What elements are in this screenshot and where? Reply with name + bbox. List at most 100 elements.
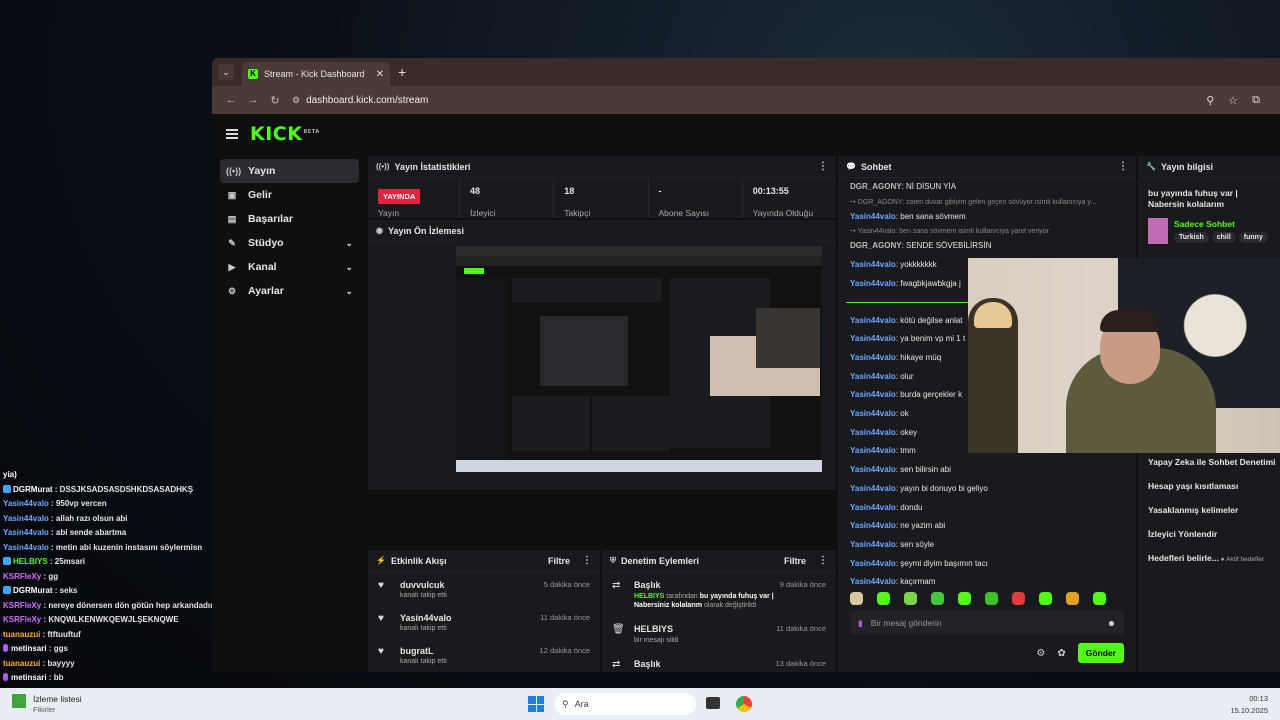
chat-username[interactable]: Yasin44valo (850, 260, 896, 269)
bookmark-star-icon[interactable]: ☆ (1228, 94, 1238, 107)
stream-title-text: bu yayında fuhuş var | Nabersin kolaları… (1148, 188, 1238, 209)
chat-username[interactable]: Yasin44valo (850, 465, 896, 474)
tab-search-button[interactable]: ⌄ (218, 64, 234, 80)
emote-icon[interactable] (1093, 592, 1106, 605)
close-tab-icon[interactable]: ✕ (376, 69, 384, 80)
chat-username[interactable]: Yasin44valo (850, 372, 896, 381)
sidebar-item-label: Kanal (248, 261, 277, 273)
chat-username[interactable]: Yasin44valo (850, 577, 896, 586)
settings-link[interactable]: Yapay Zeka ile Sohbet Denetimi (1148, 450, 1280, 474)
chat-username: KSRFleXy (3, 615, 42, 624)
clock-time[interactable]: 00:13 (1230, 694, 1268, 703)
task-view-icon[interactable] (706, 697, 720, 709)
chat-username[interactable]: Yasin44valo (850, 540, 896, 549)
sidebar-item-gelir[interactable]: ▣ Gelir (220, 183, 359, 207)
extensions-icon[interactable]: ⧉ (1252, 94, 1260, 107)
chat-text: : fwagbkjawbkgja j (895, 278, 961, 288)
zoom-icon[interactable]: ⚲ (1206, 94, 1214, 107)
settings-link[interactable]: Hesap yaşı kısıtlaması (1148, 474, 1280, 498)
chat-username[interactable]: Yasin44valo (850, 353, 896, 362)
widget-icon[interactable] (12, 694, 26, 708)
chat-text: : burda gerçekler k (895, 390, 963, 400)
emote-icon[interactable] (1012, 592, 1025, 605)
more-options-icon[interactable]: ⋮ (818, 161, 828, 172)
channel-icon: ▶ (228, 261, 236, 272)
chat-username[interactable]: Yasin44valo (850, 279, 896, 288)
start-button[interactable] (528, 696, 544, 712)
emote-icon[interactable] (850, 592, 863, 605)
sidebar-item-stüdyo[interactable]: ✎ Stüdyo ⌄ (220, 231, 359, 255)
activity-icon: ⚡ (376, 556, 386, 565)
send-button[interactable]: Gönder (1077, 643, 1124, 663)
emote-picker-icon[interactable]: ✿ (1057, 648, 1065, 659)
emoji-icon[interactable]: ☻ (1107, 618, 1116, 628)
emote-icon[interactable] (904, 592, 917, 605)
chat-username[interactable]: Yasin44valo (850, 316, 896, 325)
chat-username[interactable]: Yasin44valo (850, 521, 896, 530)
chat-text: : bb (46, 673, 64, 682)
back-icon[interactable]: ← (220, 94, 242, 106)
chevron-down-icon[interactable]: ⌄ (345, 286, 353, 297)
category-name[interactable]: Sadece Sohbet (1174, 219, 1268, 229)
sub-badge-icon (3, 644, 8, 652)
chat-text: : ftftuuftuf (40, 629, 81, 639)
emote-icon[interactable] (958, 592, 971, 605)
emote-icon[interactable] (1039, 592, 1052, 605)
emote-icon[interactable] (931, 592, 944, 605)
chat-username[interactable]: Yasin44valo (850, 390, 896, 399)
tag-chip[interactable]: funny (1238, 232, 1268, 243)
moderation-filter-button[interactable]: Filtre (784, 556, 806, 566)
url-input[interactable]: dashboard.kick.com/stream (306, 95, 428, 106)
widget-title[interactable]: İzleme listesi (33, 694, 82, 704)
settings-link[interactable]: Hedefleri belirle... ● Aktif hedefler (1148, 546, 1280, 570)
sidebar-item-başarılar[interactable]: ▤ Başarılar (220, 207, 359, 231)
settings-link[interactable]: Yasaklanmış kelimeler (1148, 498, 1280, 522)
chat-username[interactable]: Yasin44valo (850, 409, 896, 418)
stream-preview-video[interactable] (456, 246, 822, 472)
chat-text: : ben sana sövmem (895, 211, 966, 221)
moderator-name[interactable]: HELBIYS (634, 593, 666, 600)
chat-username[interactable]: Yasin44valo (850, 484, 896, 493)
sidebar-item-ayarlar[interactable]: ⚙ Ayarlar ⌄ (220, 279, 359, 303)
emote-icon[interactable] (1066, 592, 1079, 605)
forward-icon[interactable]: → (242, 94, 264, 106)
more-options-icon[interactable]: ⋮ (582, 555, 592, 566)
chat-username[interactable]: Yasin44valo (850, 446, 896, 455)
sidebar-item-yayın[interactable]: ((•)) Yayın (220, 159, 359, 183)
chevron-down-icon[interactable]: ⌄ (345, 262, 353, 273)
tag-chip[interactable]: Turkish (1174, 232, 1209, 243)
chat-username[interactable]: Yasin44valo (850, 559, 896, 568)
follower-name[interactable]: duvvulcuk (400, 580, 544, 590)
chevron-down-icon[interactable]: ⌄ (345, 238, 353, 249)
chat-username[interactable]: Yasin44valo (850, 428, 896, 437)
emote-icon[interactable] (985, 592, 998, 605)
kick-logo[interactable]: KICKBETA (250, 123, 320, 145)
chat-username[interactable]: DGR_AGONY (850, 241, 902, 250)
menu-icon[interactable] (226, 129, 238, 139)
chat-settings-icon[interactable]: ⚙ (1036, 648, 1045, 659)
browser-tab[interactable]: K Stream - Kick Dashboard ✕ (242, 62, 390, 86)
more-options-icon[interactable]: ⋮ (818, 555, 828, 566)
follower-name[interactable]: Yasin44valo (400, 613, 540, 623)
reload-icon[interactable]: ↻ (264, 94, 286, 107)
tag-chip[interactable]: chill (1211, 232, 1236, 243)
site-info-icon[interactable]: ⚙ (292, 95, 300, 106)
chat-username[interactable]: Yasin44valo (850, 334, 896, 343)
chat-input[interactable]: ▮ Bir mesaj gönderin ☻ (850, 611, 1124, 635)
overlay-chat-line: tuanauzui : ftftuuftuf (0, 628, 212, 643)
clock-date[interactable]: 15.10.2025 (1230, 706, 1268, 715)
chat-username[interactable]: Yasin44valo (850, 503, 896, 512)
chrome-icon[interactable] (736, 696, 752, 712)
overlay-chat-line: metinsari : bb (0, 671, 212, 686)
emote-icon[interactable] (877, 592, 890, 605)
chat-text: : SENDE SÖVEBİLİRSİN (901, 241, 992, 251)
new-tab-button[interactable]: + (398, 64, 406, 80)
more-options-icon[interactable]: ⋮ (1118, 161, 1128, 172)
taskbar-search[interactable]: ⚲ Ara (554, 693, 696, 715)
settings-link[interactable]: İzleyici Yönlendir (1148, 522, 1280, 546)
sidebar-item-kanal[interactable]: ▶ Kanal ⌄ (220, 255, 359, 279)
chat-username[interactable]: DGR_AGONY (850, 182, 902, 191)
follower-name[interactable]: bugratL (400, 646, 540, 656)
chat-username[interactable]: Yasin44valo (850, 212, 896, 221)
activity-filter-button[interactable]: Filtre (548, 556, 570, 566)
